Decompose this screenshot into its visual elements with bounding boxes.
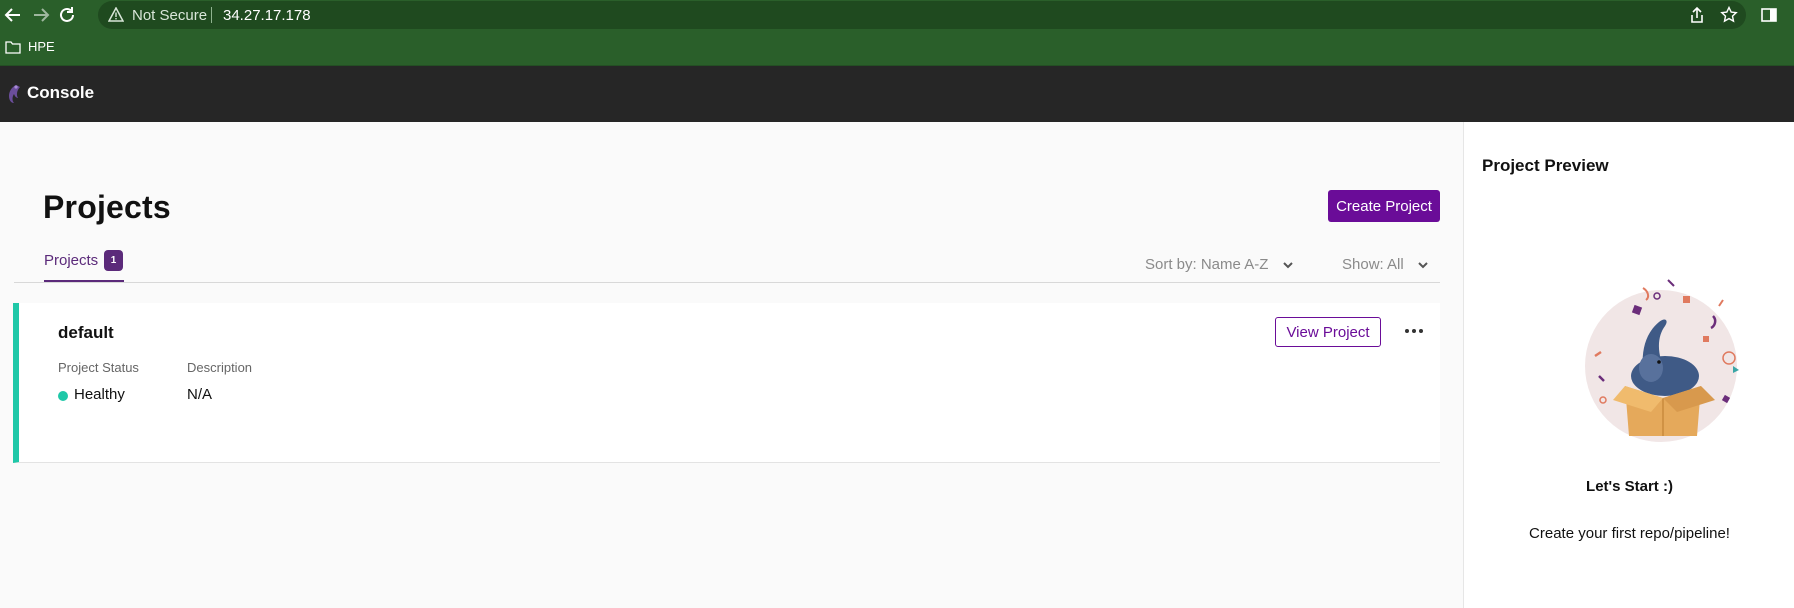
show-label: Show: All — [1342, 256, 1404, 273]
description-value: N/A — [187, 386, 213, 403]
star-icon[interactable] — [1720, 6, 1738, 24]
chevron-down-icon — [1281, 258, 1295, 272]
folder-icon — [5, 40, 21, 54]
projects-main: Projects Create Project Projects 1 Sort … — [0, 122, 1464, 608]
view-project-button[interactable]: View Project — [1275, 317, 1381, 347]
omnibox[interactable]: Not Secure 34.27.17.178 — [98, 1, 1746, 29]
sort-dropdown[interactable]: Sort by: Name A-Z — [1145, 256, 1295, 273]
description-label: Description — [187, 360, 253, 375]
page-title: Projects — [43, 189, 171, 225]
project-name: default — [58, 323, 114, 342]
logo-icon[interactable] — [5, 83, 21, 105]
security-label[interactable]: Not Secure — [132, 7, 207, 24]
project-status-label: Project Status — [58, 360, 139, 375]
back-icon[interactable] — [2, 4, 24, 26]
bookmark-hpe[interactable]: HPE — [28, 39, 55, 54]
forward-icon[interactable] — [30, 4, 52, 26]
project-preview-panel: Project Preview Let's Start:) Create yo… — [1463, 122, 1794, 608]
status-dot-icon — [58, 391, 68, 401]
create-project-button[interactable]: Create Project — [1328, 190, 1440, 222]
app-header: Console — [0, 66, 1794, 122]
share-icon[interactable] — [1688, 6, 1706, 24]
warning-icon — [107, 6, 125, 23]
show-dropdown[interactable]: Show: All — [1342, 256, 1430, 273]
more-options-icon[interactable] — [1402, 321, 1426, 341]
project-status-value: Healthy — [74, 386, 125, 403]
url-text[interactable]: 34.27.17.178 — [223, 7, 311, 24]
empty-state-heading: Let's Start :) — [1586, 478, 1673, 495]
chevron-down-icon — [1416, 258, 1430, 272]
tab-count-badge: 1 — [104, 250, 123, 271]
tab-label: Projects — [44, 252, 99, 269]
sort-label: Sort by: Name A-Z — [1145, 256, 1269, 273]
preview-title: Project Preview — [1482, 156, 1609, 175]
project-card: default View Project Project Status Desc… — [13, 303, 1440, 463]
reload-icon[interactable] — [56, 4, 78, 26]
browser-address-bar: Not Secure 34.27.17.178 — [0, 0, 1794, 30]
omnibox-divider — [211, 7, 212, 23]
empty-state-illustration — [1573, 266, 1773, 446]
bookmarks-bar: HPE — [0, 30, 1794, 66]
app-title[interactable]: Console — [27, 83, 94, 103]
sidebar-icon[interactable] — [1760, 6, 1778, 24]
tab-divider — [14, 282, 1440, 283]
empty-state-message: Create your first repo/pipeline! — [1529, 525, 1730, 542]
